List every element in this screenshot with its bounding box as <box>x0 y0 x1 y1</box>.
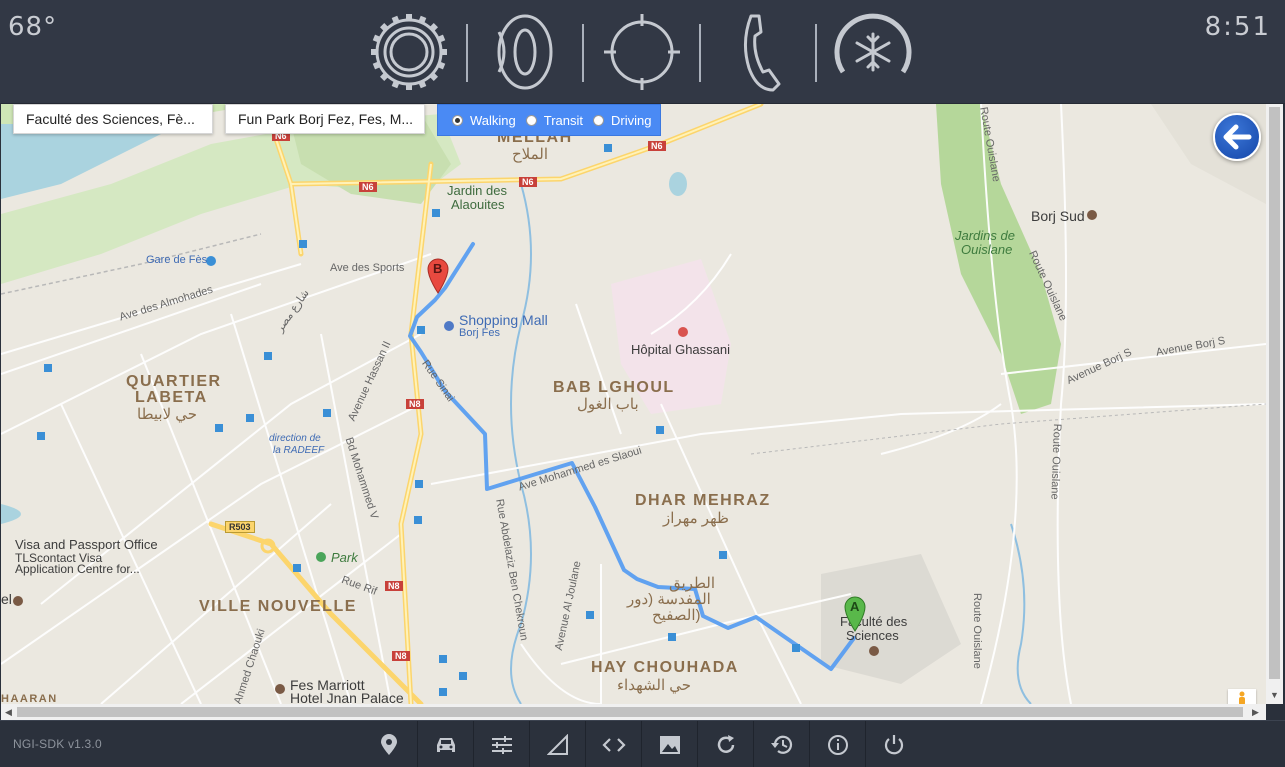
divider <box>466 24 468 82</box>
bottom-toolbar: NGI-SDK v1.3.0 <box>0 720 1285 767</box>
label-quartier-ar: حي لابيطا <box>137 406 198 423</box>
road-shield-n6: N6 <box>519 177 537 187</box>
label-jardin-alaouites-2: Alaouites <box>451 197 505 212</box>
navigation-compass-icon[interactable] <box>600 10 684 94</box>
road-shield-n8: N8 <box>385 581 403 591</box>
label-labeta: LABETA <box>135 389 208 406</box>
label-direction: direction de <box>269 433 321 444</box>
location-button[interactable] <box>361 721 417 767</box>
label-partial-el: el <box>1 591 12 607</box>
code-button[interactable] <box>585 721 641 767</box>
refresh-button[interactable] <box>697 721 753 767</box>
road-shield-n8: N8 <box>392 651 410 661</box>
label-dhar-mehraz: DHAR MEHRAZ <box>635 492 771 509</box>
label-visa-office: Visa and Passport Office <box>15 537 158 552</box>
origin-input[interactable]: Faculté des Sciences, Fè... <box>13 104 213 134</box>
scroll-left-arrow-icon[interactable]: ◀ <box>5 707 12 718</box>
vertical-scrollbar[interactable]: ▼ <box>1266 104 1283 704</box>
clock: 8:51 <box>1204 12 1271 42</box>
settings-gear-icon[interactable] <box>367 10 451 94</box>
radio-button-icon[interactable] <box>452 114 463 126</box>
road-shield-r503: R503 <box>225 521 255 533</box>
street-view-pegman-icon[interactable] <box>1228 689 1256 704</box>
horizontal-scrollbar[interactable]: ◀ ▶ <box>1 704 1266 720</box>
mode-walking[interactable]: Walking <box>452 113 516 128</box>
road-shield-n6: N6 <box>359 182 377 192</box>
label-ville-nouvelle: VILLE NOUVELLE <box>199 598 357 615</box>
climate-fan-icon[interactable] <box>831 10 915 94</box>
label-jardin-alaouites: Jardin des <box>447 183 507 198</box>
label-shopping-mall: Shopping Mall <box>459 312 548 328</box>
signal-icon <box>546 733 568 755</box>
marker-a-label: A <box>850 599 860 614</box>
destination-input[interactable]: Fun Park Borj Fez, Fes, M... <box>225 104 425 134</box>
info-button[interactable] <box>809 721 865 767</box>
marker-b[interactable]: B <box>427 258 449 299</box>
phone-icon[interactable] <box>715 10 799 94</box>
refresh-icon <box>717 734 734 753</box>
scrollbar-thumb[interactable] <box>17 707 1243 717</box>
sliders-icon <box>491 735 512 754</box>
label-radeef: la RADEEF <box>273 445 325 456</box>
label-bab-lghoul-ar: باب الغول <box>577 396 639 413</box>
label-dhar-mehraz-ar: ظهر مهراز <box>663 510 729 527</box>
mode-transit[interactable]: Transit <box>525 113 583 128</box>
scrollbar-thumb[interactable] <box>1269 107 1280 679</box>
scroll-right-arrow-icon[interactable]: ▶ <box>1252 707 1259 718</box>
label-partial: HAARAN <box>1 693 58 704</box>
image-icon <box>659 735 680 754</box>
label-mellah-ar: الملاح <box>512 146 549 163</box>
image-button[interactable] <box>641 721 697 767</box>
app-window: 68° 8:51 N6 N6 N6 N6 N8 N8 N8 R503 MELLA… <box>0 0 1285 767</box>
road-shield-n8: N8 <box>406 399 424 409</box>
label-bab-lghoul: BAB LGHOUL <box>553 379 675 396</box>
label-gare: Gare de Fès <box>146 254 208 266</box>
media-speaker-icon[interactable] <box>483 10 567 94</box>
label-ave-sports: Ave des Sports <box>330 262 405 274</box>
divider <box>582 24 584 82</box>
power-icon <box>884 734 903 754</box>
travel-mode-selector: Walking Transit Driving <box>437 104 661 136</box>
road-shield-n6: N6 <box>648 141 666 151</box>
label-hay-chouhada-ar: حي الشهداء <box>617 677 692 694</box>
top-status-bar: 68° 8:51 <box>0 0 1285 104</box>
label-jardins-ouislane: Jardins de <box>955 228 1015 243</box>
label-jnan-palace: Hotel Jnan Palace <box>290 690 404 704</box>
label-ouislane: Ouislane <box>961 242 1013 257</box>
label-tlscontact-2: Application Centre for... <box>15 562 140 576</box>
car-button[interactable] <box>417 721 473 767</box>
history-icon <box>770 735 792 754</box>
map-view[interactable]: N6 N6 N6 N6 N8 N8 N8 R503 MELLAH الملاح … <box>1 104 1266 704</box>
scroll-down-arrow-icon[interactable]: ▼ <box>1270 690 1279 700</box>
label-hopital: Hôpital Ghassani <box>631 342 730 357</box>
label-hay-chouhada: HAY CHOUHADA <box>591 659 739 676</box>
code-icon <box>601 737 626 752</box>
power-button[interactable] <box>865 721 921 767</box>
info-icon <box>827 734 848 755</box>
settings-sliders-button[interactable] <box>473 721 529 767</box>
history-button[interactable] <box>753 721 809 767</box>
label-quartier: QUARTIER <box>126 373 222 390</box>
label-tariq-3: الصفيح) <box>652 607 701 624</box>
label-borj-sud: Borj Sud <box>1031 208 1085 224</box>
sdk-version: NGI-SDK v1.3.0 <box>13 737 102 751</box>
mode-driving[interactable]: Driving <box>593 113 651 128</box>
location-pin-icon <box>381 733 397 755</box>
radio-button-icon[interactable] <box>525 114 537 126</box>
divider <box>815 24 817 82</box>
label-park: Park <box>331 550 358 565</box>
divider <box>699 24 701 82</box>
label-borj-fes: Borj Fes <box>459 327 500 339</box>
arrow-left-icon <box>1223 124 1252 150</box>
car-icon <box>436 737 455 752</box>
marker-a[interactable]: A <box>844 596 866 637</box>
back-button[interactable] <box>1213 113 1261 161</box>
radio-button-icon[interactable] <box>593 114 605 126</box>
marker-b-label: B <box>433 261 443 276</box>
temperature-readout: 68° <box>8 12 58 42</box>
label-route-ouislane-3: Route Ouislane <box>971 593 983 669</box>
signal-button[interactable] <box>529 721 585 767</box>
